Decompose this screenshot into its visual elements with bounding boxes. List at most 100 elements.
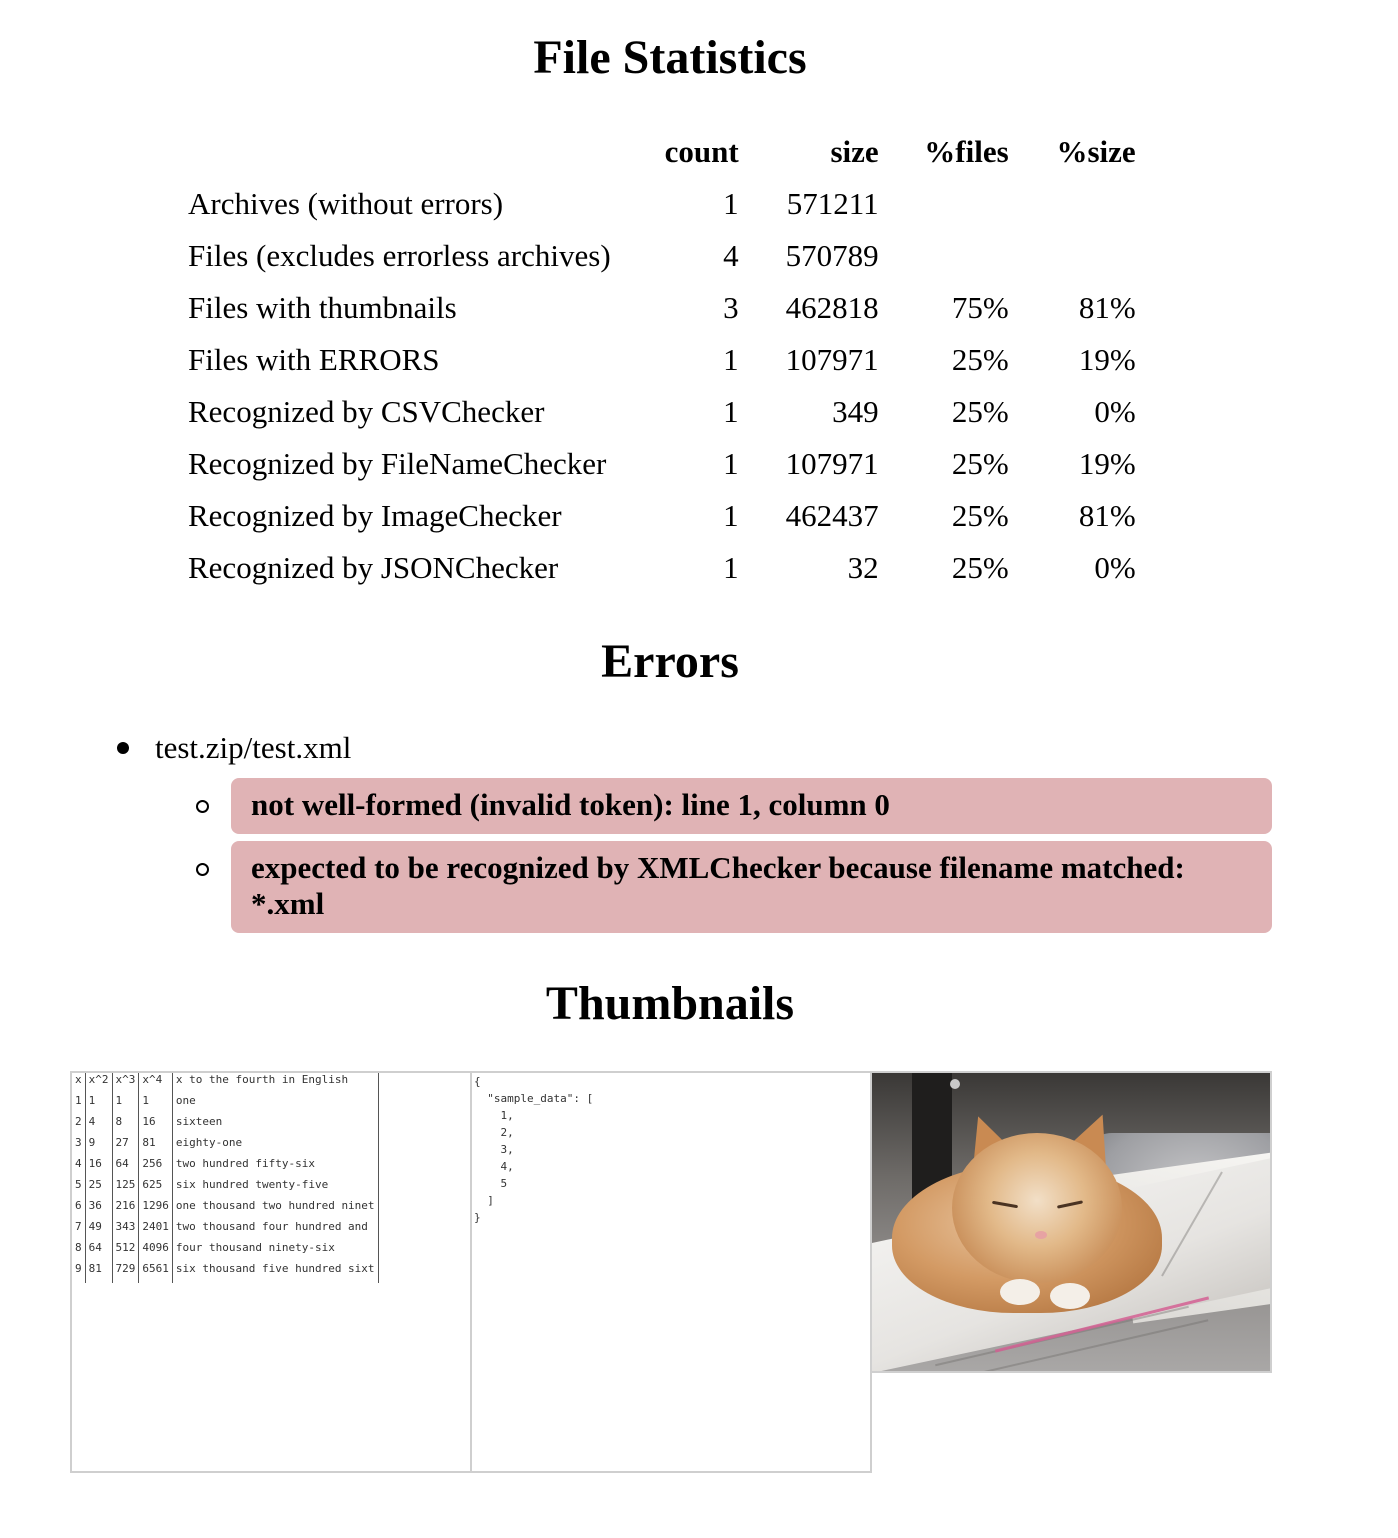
csv-cell: 16 bbox=[138, 1115, 173, 1136]
bullet-icon bbox=[117, 742, 129, 754]
table-row: Recognized by JSONChecker 1 32 25% 0% bbox=[180, 542, 1144, 594]
csv-cell: 125 bbox=[111, 1178, 139, 1199]
row-size: 349 bbox=[832, 394, 879, 429]
csv-cell: two hundred fifty-six bbox=[171, 1157, 379, 1178]
row-size: 107971 bbox=[785, 342, 879, 377]
row-pct-size bbox=[1017, 230, 1144, 282]
row-label: Files (excludes errorless archives) bbox=[188, 238, 611, 273]
file-statistics-heading: File Statistics bbox=[533, 31, 807, 84]
row-size: 462437 bbox=[785, 498, 879, 533]
csv-cell: two thousand four hundred and bbox=[171, 1220, 379, 1241]
table-row: Recognized by CSVChecker 1 349 25% 0% bbox=[180, 386, 1144, 438]
row-pct-files bbox=[887, 230, 1017, 282]
table-row: Files with thumbnails 3 462818 75% 81% bbox=[180, 282, 1144, 334]
row-count: 1 bbox=[723, 186, 739, 221]
row-size: 571211 bbox=[786, 186, 879, 221]
csv-cell: 6 bbox=[75, 1199, 82, 1212]
csv-cell: 1 bbox=[75, 1094, 82, 1107]
file-statistics-table: count size %files %size Archives (withou… bbox=[180, 128, 1144, 594]
row-label: Files with thumbnails bbox=[188, 290, 457, 325]
error-message-item: not well-formed (invalid token): line 1,… bbox=[196, 778, 1272, 834]
csv-cell: 7 bbox=[75, 1220, 82, 1233]
errors-list: test.zip/test.xml not well-formed (inval… bbox=[112, 726, 1272, 933]
csv-row: 6 36 216 1296 one thousand two hundred ninet bbox=[72, 1199, 379, 1220]
csv-cell: 9 bbox=[75, 1262, 82, 1275]
row-count: 3 bbox=[723, 290, 739, 325]
thumbnails-heading: Thumbnails bbox=[545, 977, 795, 1030]
csv-cell: 81 bbox=[84, 1262, 112, 1283]
csv-cell: one bbox=[171, 1094, 379, 1115]
csv-cell: x^2 bbox=[84, 1073, 112, 1094]
row-count: 1 bbox=[723, 394, 739, 429]
error-file-name: test.zip/test.xml bbox=[155, 730, 352, 765]
table-header-row: count size %files %size bbox=[180, 128, 1144, 178]
error-message: not well-formed (invalid token): line 1,… bbox=[231, 778, 1272, 834]
json-thumbnail: { "sample_data": [ 1, 2, 3, 4, 5 ] } bbox=[470, 1071, 872, 1473]
row-pct-size: 81% bbox=[1078, 498, 1136, 533]
photo-cat-paw bbox=[1050, 1283, 1090, 1309]
row-count: 1 bbox=[723, 342, 739, 377]
csv-cell: 216 bbox=[111, 1199, 139, 1220]
csv-preview-table: x x^2 x^3 x^4 x to the fourth in English 1 1 1 1… bbox=[72, 1073, 379, 1283]
header-pct-files: %files bbox=[924, 134, 1009, 169]
csv-thumbnail: x x^2 x^3 x^4 x to the fourth in English 1 1 1 1… bbox=[70, 1071, 472, 1473]
csv-row: 1 1 1 1 one bbox=[72, 1094, 379, 1115]
csv-cell: 1 bbox=[84, 1094, 112, 1115]
csv-cell: 2401 bbox=[138, 1220, 173, 1241]
row-label: Archives (without errors) bbox=[188, 186, 504, 221]
photo-doorknob bbox=[950, 1079, 960, 1089]
row-size: 32 bbox=[847, 550, 879, 585]
json-preview-text: { "sample_data": [ 1, 2, 3, 4, 5 ] } bbox=[474, 1075, 594, 1224]
csv-cell: 512 bbox=[111, 1241, 139, 1262]
csv-cell: 8 bbox=[111, 1115, 139, 1136]
row-pct-size bbox=[1017, 178, 1144, 230]
csv-cell: sixteen bbox=[171, 1115, 379, 1136]
header-label bbox=[180, 128, 651, 178]
errors-heading: Errors bbox=[601, 635, 739, 688]
csv-cell: 27 bbox=[111, 1136, 139, 1157]
csv-cell: x to the fourth in English bbox=[171, 1073, 379, 1094]
row-size: 570789 bbox=[785, 238, 879, 273]
csv-row: 4 16 64 256 two hundred fifty-six bbox=[72, 1157, 379, 1178]
csv-cell: 6561 bbox=[138, 1262, 173, 1283]
csv-cell: 81 bbox=[138, 1136, 173, 1157]
csv-cell: x^4 bbox=[138, 1073, 173, 1094]
row-count: 1 bbox=[723, 498, 739, 533]
row-label: Files with ERRORS bbox=[188, 342, 440, 377]
csv-cell: 1296 bbox=[138, 1199, 173, 1220]
csv-cell: 3 bbox=[75, 1136, 82, 1149]
csv-cell: 64 bbox=[84, 1241, 112, 1262]
csv-cell: 4096 bbox=[138, 1241, 173, 1262]
csv-cell: 8 bbox=[75, 1241, 82, 1254]
csv-row: 5 25 125 625 six hundred twenty-five bbox=[72, 1178, 379, 1199]
csv-row: 9 81 729 6561 six thousand five hundred sixt bbox=[72, 1262, 379, 1283]
row-label: Recognized by JSONChecker bbox=[188, 550, 559, 585]
row-label: Recognized by CSVChecker bbox=[188, 394, 545, 429]
row-label: Recognized by ImageChecker bbox=[188, 498, 562, 533]
csv-row: 2 4 8 16 sixteen bbox=[72, 1115, 379, 1136]
row-size: 107971 bbox=[785, 446, 879, 481]
error-message-item: expected to be recognized by XMLChecker … bbox=[196, 841, 1272, 933]
circle-bullet-icon bbox=[196, 863, 209, 876]
csv-row: 7 49 343 2401 two thousand four hundred and bbox=[72, 1220, 379, 1241]
csv-cell: x bbox=[75, 1073, 82, 1086]
row-pct-size: 19% bbox=[1078, 342, 1136, 377]
csv-cell: 256 bbox=[138, 1157, 173, 1178]
csv-cell: 49 bbox=[84, 1220, 112, 1241]
csv-row: x x^2 x^3 x^4 x to the fourth in English bbox=[72, 1073, 379, 1094]
csv-cell: 5 bbox=[75, 1178, 82, 1191]
csv-cell: 343 bbox=[111, 1220, 139, 1241]
table-row: Archives (without errors) 1 571211 bbox=[180, 178, 1144, 230]
row-pct-size: 19% bbox=[1078, 446, 1136, 481]
table-row: Recognized by FileNameChecker 1 107971 25% 1… bbox=[180, 438, 1144, 490]
error-message: expected to be recognized by XMLChecker … bbox=[231, 841, 1272, 933]
csv-cell: one thousand two hundred ninet bbox=[171, 1199, 379, 1220]
csv-cell: 2 bbox=[75, 1115, 82, 1128]
row-count: 1 bbox=[723, 550, 739, 585]
header-size: size bbox=[830, 134, 879, 169]
csv-cell: 36 bbox=[84, 1199, 112, 1220]
row-count: 1 bbox=[723, 446, 739, 481]
row-pct-files: 25% bbox=[951, 498, 1009, 533]
csv-cell: 1 bbox=[138, 1094, 173, 1115]
csv-cell: 625 bbox=[138, 1178, 173, 1199]
